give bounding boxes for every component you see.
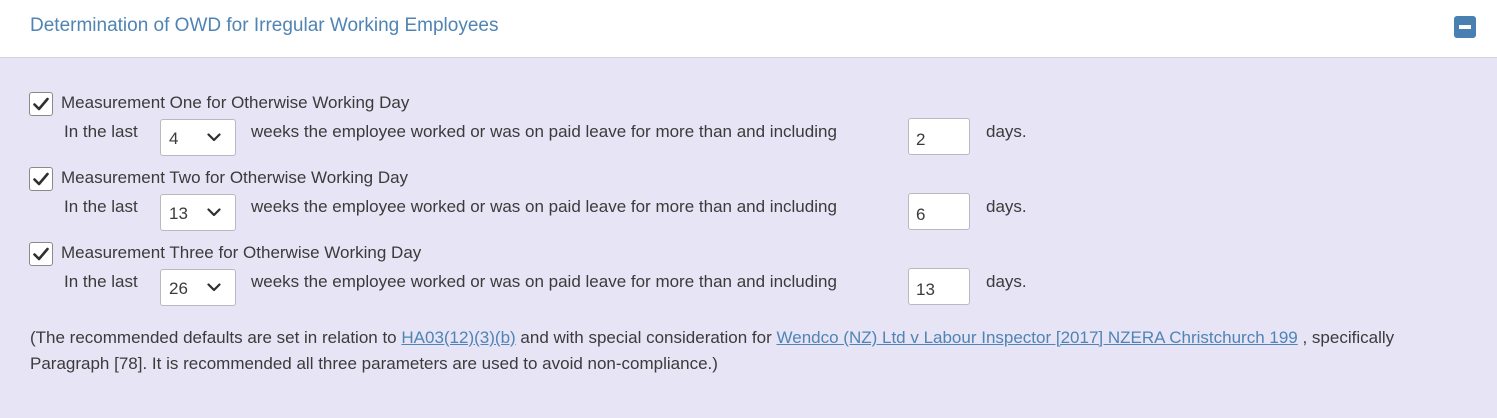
measurement-two-weeks-select[interactable]: 13: [160, 194, 236, 231]
measurement-three-middle-text: weeks the employee worked or was on paid…: [251, 272, 837, 291]
weeks-value: 13: [169, 204, 188, 223]
collapse-button[interactable]: [1454, 16, 1476, 38]
checkmark-icon: [33, 247, 49, 261]
minus-square-icon: [1459, 25, 1471, 29]
measurement-two: Measurement Two for Otherwise Working Da…: [0, 167, 1497, 237]
note-text-2: and with special consideration for: [515, 328, 777, 347]
panel-header: Determination of OWD for Irregular Worki…: [0, 0, 1497, 58]
measurement-three-prefix: In the last: [64, 272, 138, 291]
measurement-one-weeks-select[interactable]: 4: [160, 119, 236, 156]
measurement-one-days-input[interactable]: [908, 118, 970, 155]
measurement-one: Measurement One for Otherwise Working Da…: [0, 92, 1497, 162]
measurement-two-checkbox[interactable]: [29, 167, 53, 191]
measurement-three-days-input[interactable]: [908, 268, 970, 305]
measurement-one-suffix: days.: [986, 122, 1027, 141]
chevron-down-icon: [207, 208, 221, 217]
measurement-two-middle-text: weeks the employee worked or was on paid…: [251, 197, 837, 216]
measurement-three-suffix: days.: [986, 272, 1027, 291]
measurement-one-middle-text: weeks the employee worked or was on paid…: [251, 122, 837, 141]
measurement-three-weeks-select[interactable]: 26: [160, 269, 236, 306]
panel-body: Measurement One for Otherwise Working Da…: [0, 58, 1497, 418]
chevron-down-icon: [207, 133, 221, 142]
measurement-three-title: Measurement Three for Otherwise Working …: [61, 243, 422, 262]
weeks-value: 4: [169, 129, 179, 148]
measurement-two-title: Measurement Two for Otherwise Working Da…: [61, 168, 409, 187]
note-text-1: (The recommended defaults are set in rel…: [30, 328, 402, 347]
measurement-two-suffix: days.: [986, 197, 1027, 216]
measurement-two-days-input[interactable]: [908, 193, 970, 230]
measurement-one-title: Measurement One for Otherwise Working Da…: [61, 93, 410, 112]
chevron-down-icon: [207, 283, 221, 292]
checkmark-icon: [33, 172, 49, 186]
recommendation-note: (The recommended defaults are set in rel…: [30, 325, 1470, 377]
measurement-three: Measurement Three for Otherwise Working …: [0, 242, 1497, 312]
measurement-one-prefix: In the last: [64, 122, 138, 141]
checkmark-icon: [33, 97, 49, 111]
panel-title: Determination of OWD for Irregular Worki…: [30, 15, 499, 36]
weeks-value: 26: [169, 279, 188, 298]
measurement-one-checkbox[interactable]: [29, 92, 53, 116]
measurement-two-prefix: In the last: [64, 197, 138, 216]
measurement-three-checkbox[interactable]: [29, 242, 53, 266]
wendco-case-link[interactable]: Wendco (NZ) Ltd v Labour Inspector [2017…: [777, 328, 1298, 347]
ha03-link[interactable]: HA03(12)(3)(b): [401, 328, 515, 347]
